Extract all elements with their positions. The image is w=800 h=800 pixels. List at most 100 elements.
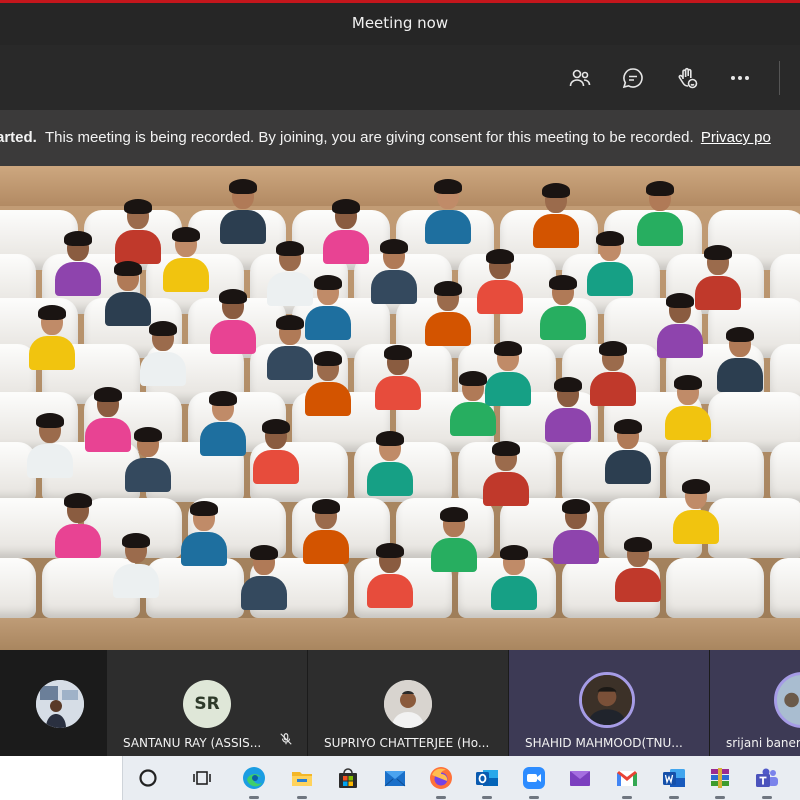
messenger-icon[interactable] (566, 764, 594, 792)
attendee-hair (624, 537, 652, 552)
attendee-video (236, 545, 292, 610)
attendee-hair (122, 533, 150, 548)
attendee-clothing (55, 524, 101, 558)
photo-avatar (36, 680, 84, 728)
attendee-hair (219, 289, 247, 304)
attendee-clothing (605, 450, 651, 484)
attendee-clothing (673, 510, 719, 544)
word-icon[interactable] (660, 764, 688, 799)
attendee-clothing (305, 382, 351, 416)
attendee-hair (682, 479, 710, 494)
edge-icon[interactable] (240, 764, 268, 799)
together-mode-stage (0, 166, 800, 650)
attendee-hair (674, 375, 702, 390)
attendee-hair (64, 493, 92, 508)
participant-tile[interactable]: SR SANTANU RAY (ASSIS... (107, 650, 307, 756)
firefox-icon[interactable] (427, 764, 455, 799)
attendee-video (540, 377, 596, 442)
auditorium-seat (666, 558, 764, 618)
attendee-hair (562, 499, 590, 514)
attendee-hair (209, 391, 237, 406)
banner-prefix: arted. (0, 129, 37, 146)
attendee-clothing (587, 262, 633, 296)
attendee-video (50, 231, 106, 296)
raise-hand-icon[interactable] (672, 63, 702, 93)
attendee-video (300, 351, 356, 416)
photo-avatar (579, 672, 635, 728)
attendee-video (420, 179, 476, 244)
attendee-clothing (431, 538, 477, 572)
participants-icon[interactable] (565, 63, 595, 93)
attendee-hair (704, 245, 732, 260)
chat-icon[interactable] (618, 63, 648, 93)
winrar-icon[interactable] (706, 764, 734, 799)
attendee-hair (554, 377, 582, 392)
banner-message: This meeting is being recorded. By joini… (44, 129, 694, 146)
attendee-clothing (553, 530, 599, 564)
window-title: Meeting now (351, 14, 449, 32)
file-explorer-icon[interactable] (288, 764, 316, 799)
attendee-video (50, 493, 106, 558)
attendee-video (158, 227, 214, 292)
attendee-hair (549, 275, 577, 290)
participant-tile-speaking[interactable]: SHAHID MAHMOOD(TNU... (509, 650, 709, 756)
attendee-hair (314, 351, 342, 366)
attendee-clothing (665, 406, 711, 440)
attendee-hair (38, 305, 66, 320)
windows-taskbar (0, 756, 800, 800)
attendee-clothing (115, 230, 161, 264)
attendee-hair (229, 179, 257, 194)
attendee-hair (500, 545, 528, 560)
attendee-hair (596, 231, 624, 246)
attendee-video (100, 261, 156, 326)
store-icon[interactable] (334, 764, 362, 792)
task-view-icon[interactable] (188, 764, 216, 792)
attendee-hair (726, 327, 754, 342)
attendee-hair (646, 181, 674, 196)
attendee-video (135, 321, 191, 386)
photo-avatar (774, 672, 800, 728)
attendee-hair (376, 431, 404, 446)
participant-tile[interactable]: srijani banerje (710, 650, 800, 756)
privacy-policy-link[interactable]: Privacy po (701, 129, 771, 146)
attendee-clothing (425, 210, 471, 244)
mail-icon[interactable] (381, 764, 409, 792)
attendee-hair (134, 427, 162, 442)
gmail-icon[interactable] (613, 764, 641, 799)
attendee-clothing (303, 530, 349, 564)
more-options-icon[interactable] (725, 63, 755, 93)
attendee-hair (149, 321, 177, 336)
zoom-icon[interactable] (520, 764, 548, 799)
attendee-clothing (375, 376, 421, 410)
attendee-video (176, 501, 232, 566)
attendee-video (370, 345, 426, 410)
attendee-clothing (367, 462, 413, 496)
attendee-clothing (450, 402, 496, 436)
teams-icon[interactable] (753, 764, 781, 799)
attendee-clothing (477, 280, 523, 314)
attendee-clothing (55, 262, 101, 296)
attendee-video (548, 499, 604, 564)
attendee-video (362, 543, 418, 608)
attendee-clothing (323, 230, 369, 264)
attendee-hair (384, 345, 412, 360)
participant-tile[interactable]: SUPRIYO CHATTERJEE (Ho... (308, 650, 508, 756)
cortana-icon[interactable] (134, 764, 162, 792)
attendee-clothing (27, 444, 73, 478)
attendee-clothing (163, 258, 209, 292)
participant-tile[interactable] (0, 650, 106, 756)
attendee-clothing (253, 450, 299, 484)
attendee-video (24, 305, 80, 370)
attendee-hair (64, 231, 92, 246)
attendee-clothing (717, 358, 763, 392)
attendee-clothing (105, 292, 151, 326)
attendee-hair (494, 341, 522, 356)
attendee-clothing (483, 472, 529, 506)
taskbar-search-box[interactable] (0, 756, 123, 800)
attendee-clothing (210, 320, 256, 354)
attendee-video (478, 441, 534, 506)
attendee-clothing (220, 210, 266, 244)
meeting-toolbar (0, 45, 800, 110)
outlook-icon[interactable] (473, 764, 501, 799)
attendee-video (22, 413, 78, 478)
